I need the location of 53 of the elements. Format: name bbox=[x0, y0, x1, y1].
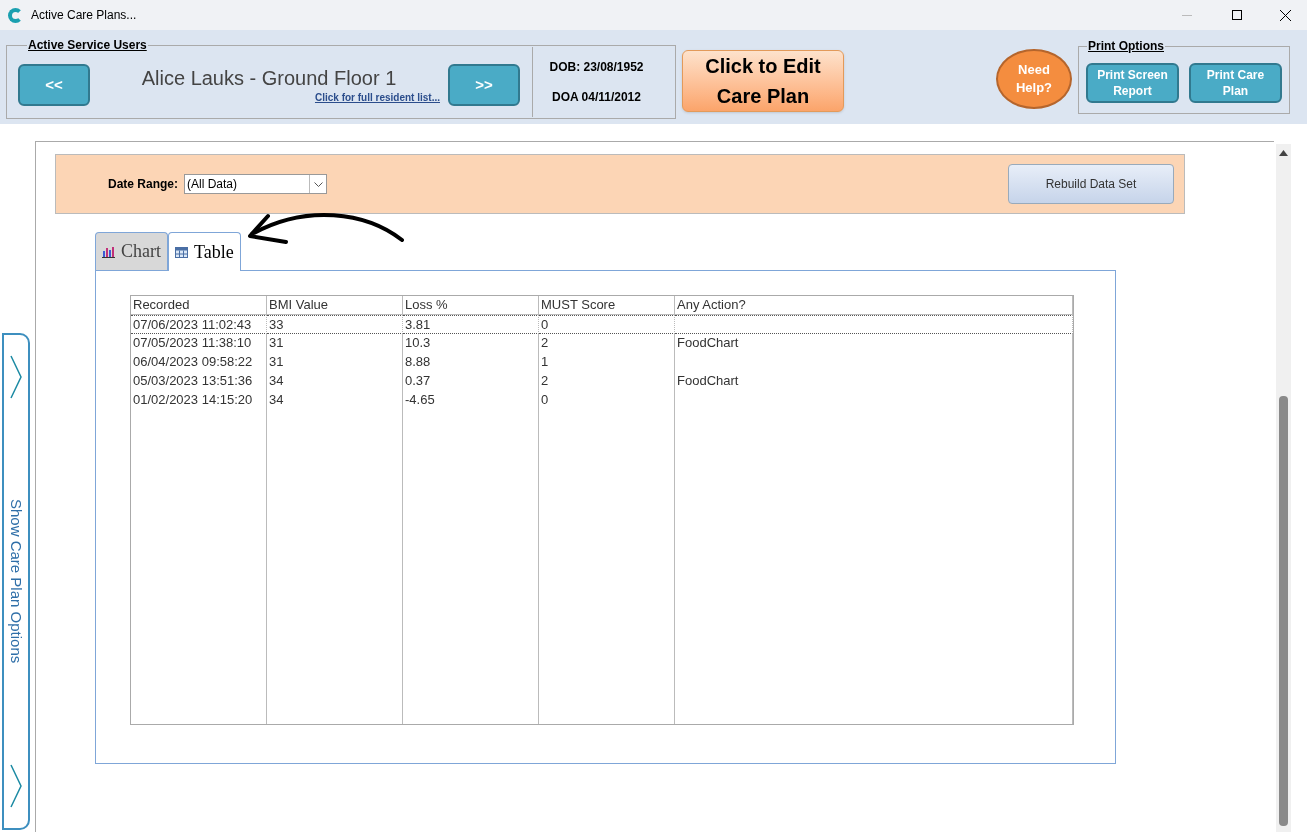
table-cell: FoodChart bbox=[675, 334, 1073, 353]
table-cell: 2 bbox=[539, 372, 675, 391]
table-cell: 34 bbox=[267, 372, 403, 391]
table-cell: 07/05/2023 11:38:10 bbox=[131, 334, 267, 353]
table-cell: 31 bbox=[267, 334, 403, 353]
group-label: Print Options bbox=[1087, 38, 1165, 54]
window-title: Active Care Plans... bbox=[31, 7, 137, 24]
resident-list-link[interactable]: Click for full resident list... bbox=[314, 89, 440, 105]
table-cell: 33 bbox=[267, 315, 403, 334]
column-header: MUST Score bbox=[539, 296, 675, 315]
column-header: BMI Value bbox=[267, 296, 403, 315]
group-label: Active Service Users bbox=[27, 37, 148, 53]
edit-care-plan-button[interactable]: Click to Edit Care Plan bbox=[682, 50, 844, 112]
side-panel-toggle[interactable]: Show Care Plan Options bbox=[2, 333, 30, 830]
close-icon[interactable] bbox=[1280, 9, 1291, 21]
table-cell: 3.81 bbox=[403, 315, 539, 334]
table-cell: 34 bbox=[267, 391, 403, 410]
side-panel-label: Show Care Plan Options bbox=[7, 499, 27, 664]
table-cell: 01/02/2023 14:15:20 bbox=[131, 391, 267, 410]
table-cell: 0.37 bbox=[403, 372, 539, 391]
chevron-right-icon bbox=[10, 355, 22, 399]
table-cell: 1 bbox=[539, 353, 675, 372]
resident-name: Alice Lauks - Ground Floor 1 bbox=[141, 65, 397, 90]
table-cell: 0 bbox=[539, 391, 675, 410]
table-cell: 06/04/2023 09:58:22 bbox=[131, 353, 267, 372]
rebuild-data-button[interactable]: Rebuild Data Set bbox=[1008, 164, 1174, 204]
app-logo-icon bbox=[8, 7, 23, 23]
table-cell: 31 bbox=[267, 353, 403, 372]
table-cell: 07/06/2023 11:02:43 bbox=[131, 315, 267, 334]
dob-text: DOB: 23/08/1952 bbox=[549, 59, 644, 76]
table-cell: -4.65 bbox=[403, 391, 539, 410]
table-cell: 10.3 bbox=[403, 334, 539, 353]
tab[interactable]: Chart bbox=[95, 232, 168, 270]
table-cell: 0 bbox=[539, 315, 675, 334]
column-header: Loss % bbox=[403, 296, 539, 315]
scrollbar[interactable] bbox=[1276, 144, 1291, 832]
table-icon bbox=[175, 246, 188, 258]
table-cell: FoodChart bbox=[675, 372, 1073, 391]
table-cell: 8.88 bbox=[403, 353, 539, 372]
column-header: Recorded bbox=[131, 296, 267, 315]
scroll-up-icon[interactable] bbox=[1279, 150, 1288, 156]
chevron-down-icon bbox=[313, 181, 323, 187]
column-header: Any Action? bbox=[675, 296, 1073, 315]
chevron-right-icon bbox=[10, 764, 22, 808]
table-cell: 05/03/2023 13:51:36 bbox=[131, 372, 267, 391]
tab[interactable]: Table bbox=[168, 232, 241, 271]
bar-chart-icon bbox=[102, 245, 115, 258]
date-range-dropdown[interactable]: (All Data) bbox=[184, 174, 327, 194]
filter-label: Date Range: bbox=[108, 176, 178, 193]
doa-text: DOA 04/11/2012 bbox=[552, 89, 641, 106]
scroll-thumb[interactable] bbox=[1279, 396, 1288, 826]
maximize-icon[interactable] bbox=[1232, 10, 1242, 20]
table-cell: 2 bbox=[539, 334, 675, 353]
